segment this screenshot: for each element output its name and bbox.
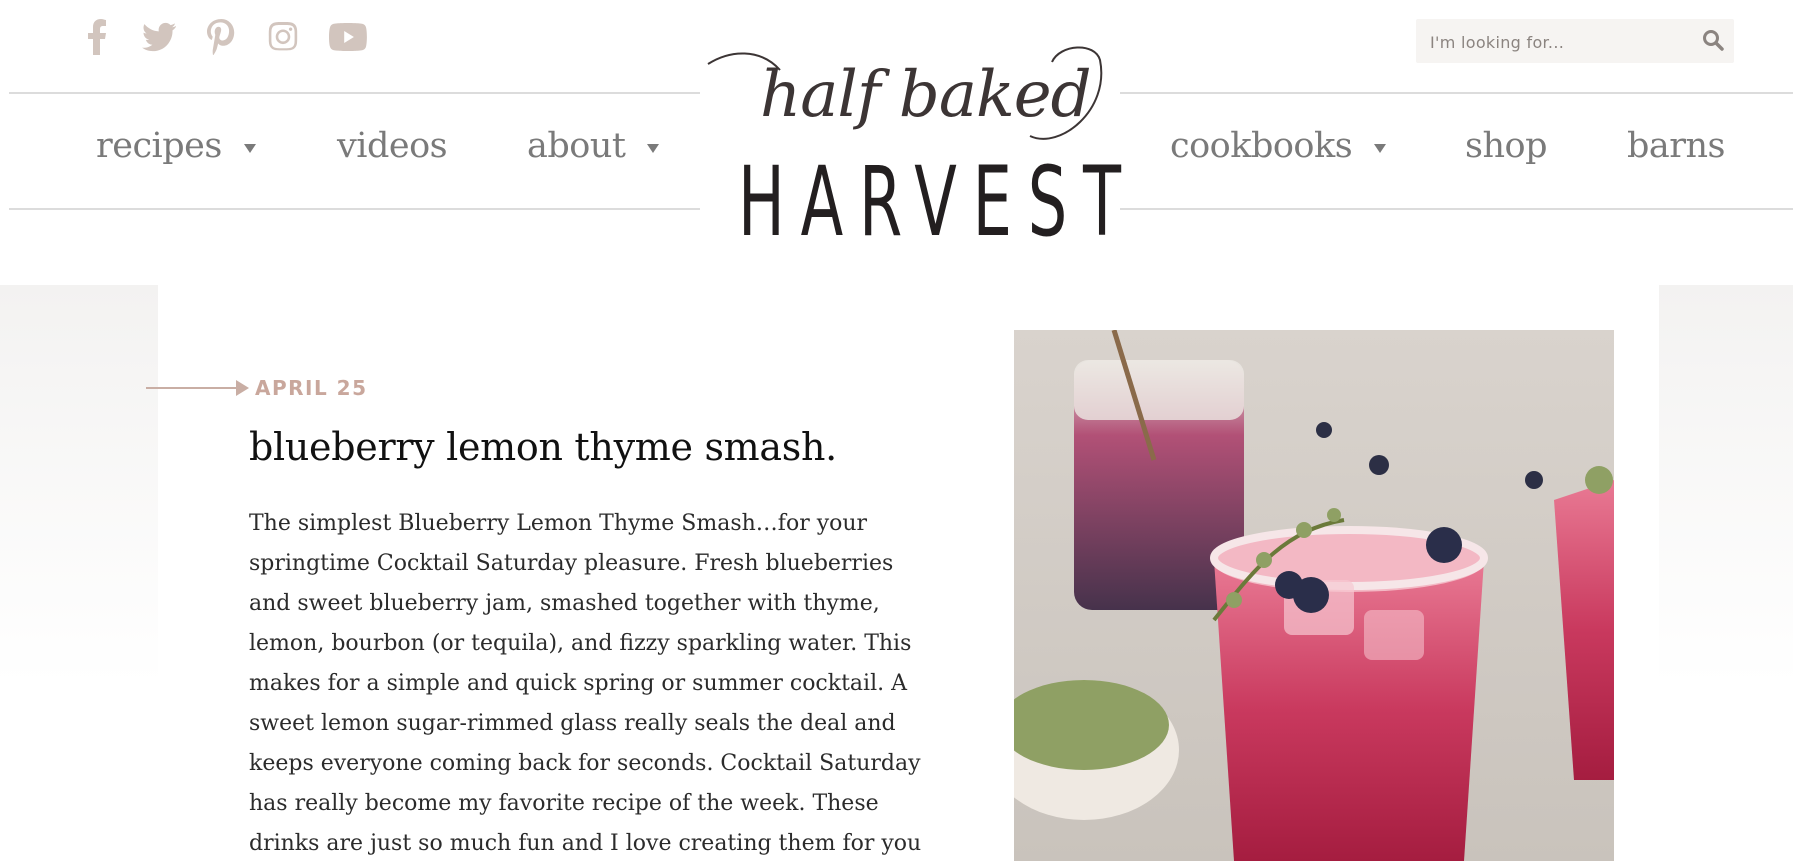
youtube-icon[interactable] bbox=[328, 18, 368, 56]
background-band-right bbox=[1659, 285, 1793, 685]
nav-recipes-label: recipes bbox=[96, 126, 222, 166]
post-hero-image[interactable] bbox=[1014, 330, 1614, 861]
nav-videos[interactable]: videos bbox=[337, 126, 448, 166]
chevron-down-icon bbox=[647, 143, 660, 153]
logo-script-text: half baked bbox=[760, 58, 1092, 132]
nav-cookbooks[interactable]: cookbooks bbox=[1170, 126, 1387, 166]
nav-videos-label: videos bbox=[337, 126, 448, 166]
nav-recipes[interactable]: recipes bbox=[96, 126, 256, 166]
post-title[interactable]: blueberry lemon thyme smash. bbox=[249, 425, 837, 469]
chevron-down-icon bbox=[1374, 143, 1387, 153]
nav-barns-label: barns bbox=[1627, 126, 1726, 166]
search-icon[interactable] bbox=[1702, 29, 1726, 53]
site-header: recipes videos about cookbooks shop barn… bbox=[0, 0, 1793, 285]
facebook-icon[interactable] bbox=[80, 18, 114, 56]
instagram-icon[interactable] bbox=[266, 18, 300, 56]
chevron-down-icon bbox=[243, 143, 256, 153]
nav-about-label: about bbox=[527, 126, 626, 166]
social-links bbox=[80, 18, 396, 56]
post-date: APRIL 25 bbox=[255, 376, 368, 400]
search-box bbox=[1416, 19, 1734, 65]
background-band-left bbox=[0, 285, 158, 685]
site-logo[interactable]: half baked HARVEST bbox=[700, 40, 1121, 258]
post-date-row: APRIL 25 bbox=[146, 376, 368, 400]
twitter-icon[interactable] bbox=[142, 18, 176, 56]
pinterest-icon[interactable] bbox=[204, 18, 238, 56]
post-excerpt: The simplest Blueberry Lemon Thyme Smash… bbox=[249, 511, 922, 856]
date-line bbox=[146, 387, 236, 389]
nav-cookbooks-label: cookbooks bbox=[1170, 126, 1353, 166]
logo-main-text: HARVEST bbox=[738, 146, 1137, 258]
search-input[interactable] bbox=[1428, 19, 1692, 65]
nav-shop[interactable]: shop bbox=[1465, 126, 1547, 166]
nav-shop-label: shop bbox=[1465, 126, 1547, 166]
nav-about[interactable]: about bbox=[527, 126, 660, 166]
nav-barns[interactable]: barns bbox=[1627, 126, 1726, 166]
arrow-right-icon bbox=[236, 380, 249, 396]
